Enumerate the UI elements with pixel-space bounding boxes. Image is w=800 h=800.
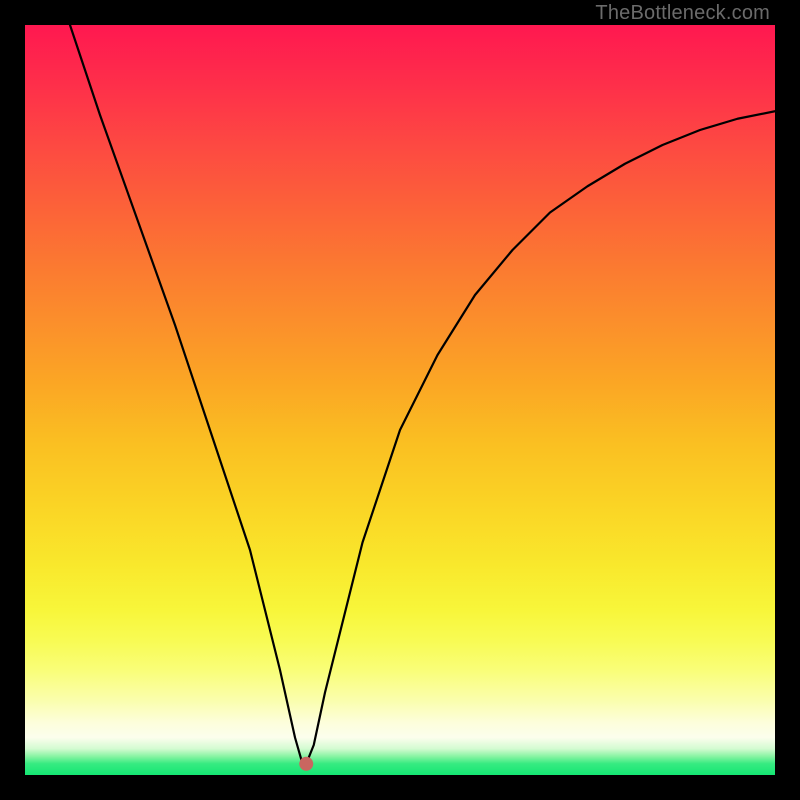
chart-frame: TheBottleneck.com [0, 0, 800, 800]
watermark-text: TheBottleneck.com [595, 2, 770, 25]
curve-line [70, 25, 775, 764]
minimum-marker [299, 757, 313, 771]
plot-area [25, 25, 775, 775]
chart-svg [25, 25, 775, 775]
